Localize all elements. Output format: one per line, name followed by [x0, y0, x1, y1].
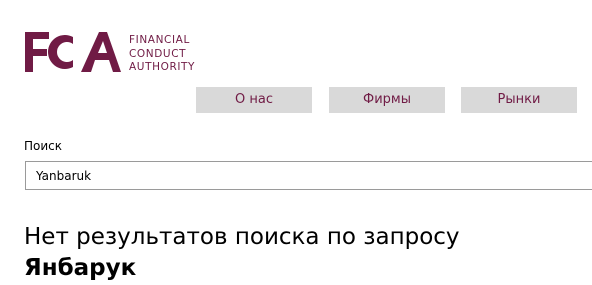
- nav-item-markets[interactable]: Рынки: [461, 87, 577, 113]
- logo-line-conduct: CONDUCT: [129, 47, 187, 60]
- logo-line-authority: AUTHORITY: [129, 61, 196, 73]
- no-results-message: Нет результатов поиска по запросу: [24, 224, 460, 250]
- search-query: Янбарук: [24, 255, 137, 281]
- nav-item-about[interactable]: О нас: [196, 87, 312, 113]
- logo-wordmark: FINANCIAL CONDUCT AUTHORITY: [129, 34, 195, 75]
- page: FINANCIAL CONDUCT AUTHORITY О нас Фирмы …: [0, 0, 592, 285]
- search-input[interactable]: [25, 161, 592, 190]
- fca-logo[interactable]: FINANCIAL CONDUCT AUTHORITY: [23, 28, 203, 76]
- nav-item-firms[interactable]: Фирмы: [329, 87, 445, 113]
- fca-logo-mark: [25, 32, 121, 72]
- results-heading: Нет результатов поиска по запросу Янбару…: [24, 222, 460, 284]
- logo-line-financial: FINANCIAL: [129, 34, 190, 46]
- search-label: Поиск: [24, 139, 63, 153]
